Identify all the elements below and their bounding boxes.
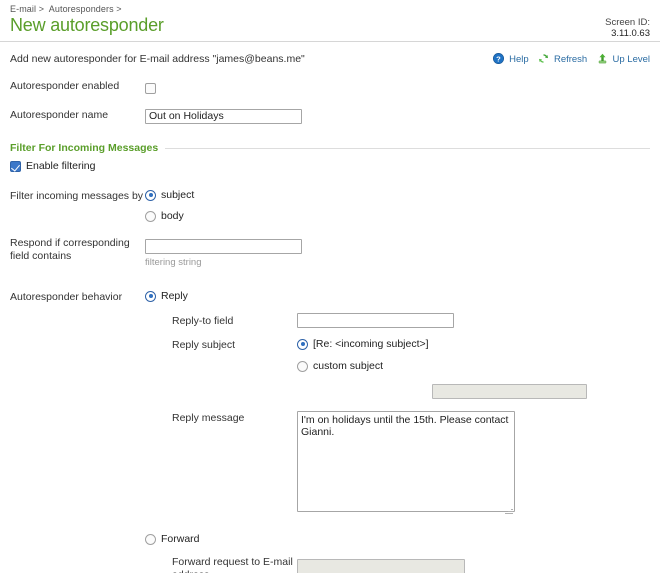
reply-message-wrap: [297, 411, 515, 517]
row-forward-address: Forward request to E-mail address Specif…: [172, 556, 650, 573]
autoresponder-enabled-control: [145, 79, 650, 97]
reply-to-input[interactable]: [297, 313, 454, 328]
filter-by-label: Filter incoming messages by: [10, 190, 144, 202]
refresh-icon: [538, 53, 549, 67]
filter-by-body-label: body: [161, 210, 184, 222]
enable-filtering-checkbox[interactable]: [10, 160, 21, 172]
filter-contains-label: Respond if corresponding field contains: [10, 237, 130, 262]
filter-by-subject-option[interactable]: subject: [145, 189, 650, 201]
behavior-options: Reply Reply-to field Reply subject [Re:: [145, 290, 650, 573]
reply-subject-custom-radio[interactable]: [297, 360, 308, 372]
up-level-link-label: Up Level: [612, 54, 651, 65]
filter-contains-hint: filtering string: [145, 257, 202, 268]
behavior-reply-label: Reply: [161, 290, 188, 302]
autoresponder-enabled-checkbox[interactable]: [145, 83, 156, 94]
form-behavior: Autoresponder behavior Reply Reply-to fi…: [0, 290, 660, 573]
custom-subject-input[interactable]: [432, 383, 587, 399]
row-autoresponder-name: Autoresponder name: [10, 106, 650, 124]
row-autoresponder-enabled: Autoresponder enabled: [10, 79, 650, 97]
breadcrumb-text: E-mail > Autoresponders >: [10, 4, 122, 14]
behavior-forward-label: Forward: [161, 533, 200, 545]
enable-filtering-row[interactable]: Enable filtering: [10, 160, 650, 172]
filter-section-title: Filter For Incoming Messages: [10, 142, 159, 154]
behavior-reply-radio[interactable]: [145, 290, 156, 302]
forward-address-input[interactable]: [297, 558, 465, 573]
filter-contains-control: filtering string: [145, 236, 650, 268]
filter-contains-input[interactable]: [145, 238, 302, 254]
refresh-link-label: Refresh: [553, 54, 588, 65]
reply-message-label: Reply message: [172, 412, 245, 424]
form-filter: Enable filtering Filter incoming message…: [0, 160, 660, 268]
autoresponder-enabled-label: Autoresponder enabled: [10, 80, 120, 92]
help-link-label: Help: [509, 54, 529, 65]
row-filter-contains: Respond if corresponding field contains …: [10, 236, 650, 268]
up-level-icon: [597, 53, 608, 67]
row-behavior: Autoresponder behavior Reply Reply-to fi…: [10, 290, 650, 573]
svg-text:?: ?: [497, 54, 502, 63]
screen-id-label: Screen ID:: [605, 17, 650, 28]
reply-subject-default-label: [Re: <incoming subject>]: [313, 338, 429, 350]
page-root: E-mail > Autoresponders > New autorespon…: [0, 0, 660, 573]
custom-subject-wrap: [432, 381, 587, 399]
behavior-label: Autoresponder behavior: [10, 291, 123, 303]
header-right: Screen ID: 3.11.0.63 ? Help Refresh Up L…: [493, 6, 650, 67]
reply-message-textarea[interactable]: [297, 411, 515, 512]
reply-subject-default-option[interactable]: [Re: <incoming subject>]: [297, 338, 587, 350]
page-header: E-mail > Autoresponders > New autorespon…: [0, 0, 660, 65]
filter-by-options: subject body: [145, 189, 650, 222]
row-reply-to: Reply-to field: [172, 313, 650, 328]
autoresponder-name-input[interactable]: [145, 108, 302, 124]
reply-subform: Reply-to field Reply subject [Re: <incom…: [172, 313, 650, 517]
reply-to-label: Reply-to field: [172, 314, 234, 327]
reply-subject-custom-label: custom subject: [313, 360, 384, 372]
filter-section-header: Filter For Incoming Messages: [10, 139, 650, 154]
forward-address-control: Specify an E-mail address to which the i…: [297, 556, 649, 573]
refresh-link[interactable]: Refresh: [538, 54, 590, 65]
forward-subform: Forward request to E-mail address Specif…: [172, 556, 650, 573]
help-icon: ?: [493, 53, 505, 67]
reply-subject-custom-option[interactable]: custom subject: [297, 360, 587, 372]
up-level-link[interactable]: Up Level: [597, 53, 651, 67]
filter-section-rule: [165, 147, 650, 149]
filter-by-subject-radio[interactable]: [145, 189, 156, 201]
behavior-reply-option[interactable]: Reply: [145, 290, 650, 302]
screen-id: Screen ID: 3.11.0.63: [493, 6, 650, 50]
autoresponder-name-control: [145, 106, 650, 124]
enable-filtering-label: Enable filtering: [26, 160, 96, 172]
header-tool-links: ? Help Refresh Up Level: [493, 53, 650, 67]
filter-by-subject-label: subject: [161, 189, 195, 201]
reply-subject-options: [Re: <incoming subject>] custom subject: [297, 338, 587, 399]
autoresponder-name-label: Autoresponder name: [10, 109, 109, 121]
forward-address-label: Forward request to E-mail address: [172, 556, 293, 573]
row-reply-message: Reply message: [172, 411, 650, 517]
row-filter-by: Filter incoming messages by subject body: [10, 189, 650, 222]
reply-subject-label: Reply subject: [172, 339, 236, 351]
row-reply-subject: Reply subject [Re: <incoming subject>] c…: [172, 338, 650, 399]
help-link[interactable]: ? Help: [493, 53, 531, 67]
reply-subject-default-radio[interactable]: [297, 338, 308, 350]
filter-by-body-option[interactable]: body: [145, 210, 650, 222]
screen-id-value: 3.11.0.63: [611, 28, 650, 39]
filter-by-body-radio[interactable]: [145, 210, 156, 222]
behavior-forward-radio[interactable]: [145, 533, 156, 545]
behavior-forward-option[interactable]: Forward: [145, 533, 650, 545]
form-top: Autoresponder enabled Autoresponder name: [0, 79, 660, 124]
